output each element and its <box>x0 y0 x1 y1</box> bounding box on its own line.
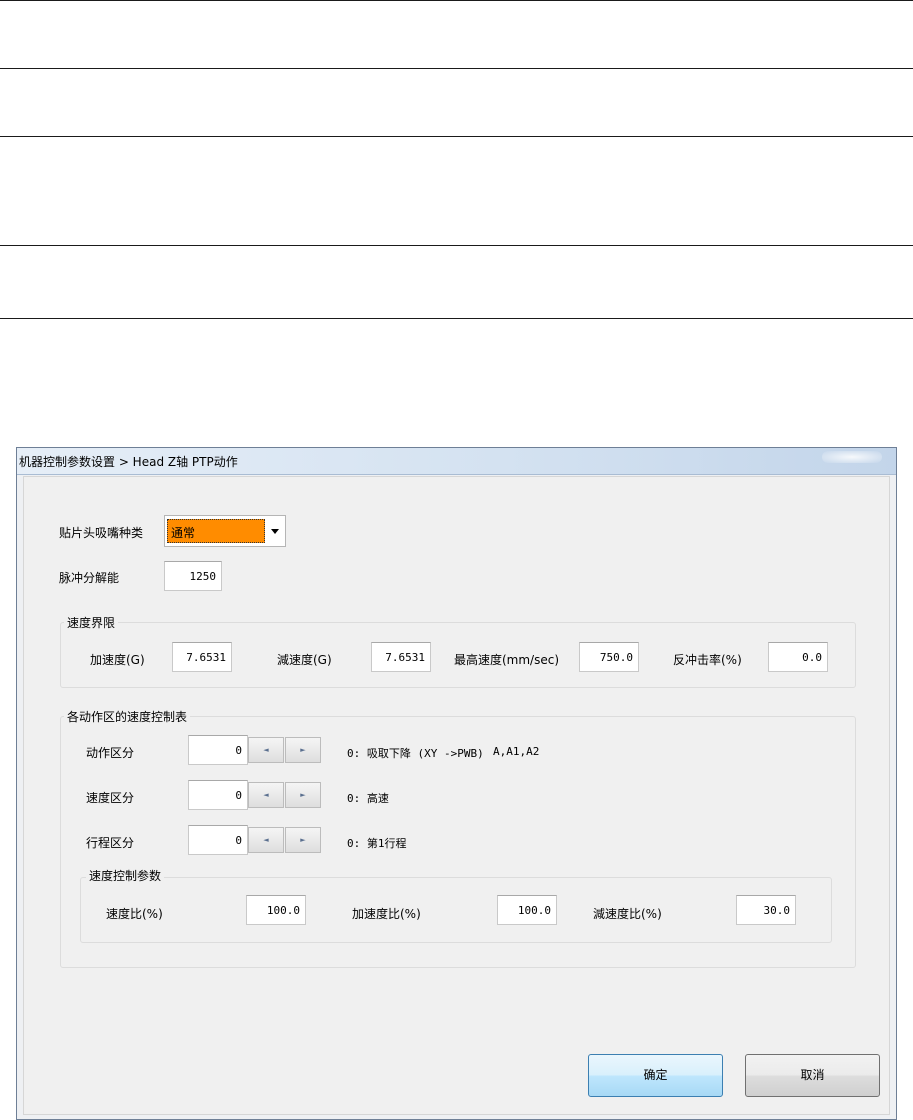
max-speed-input[interactable]: 750.0 <box>579 642 639 672</box>
ok-button[interactable]: 确定 <box>588 1054 723 1097</box>
arrow-left-icon: ◄ <box>263 746 269 754</box>
decel-input[interactable]: 7.6531 <box>371 642 431 672</box>
page-rule <box>0 245 913 246</box>
nozzle-type-label: 贴片头吸嘴种类 <box>59 526 144 540</box>
max-speed-label: 最高速度(mm/sec) <box>454 653 560 667</box>
accel-input[interactable]: 7.6531 <box>172 642 232 672</box>
speed-zone-label: 速度区分 <box>86 791 135 805</box>
arrow-right-icon: ► <box>300 791 306 799</box>
page-rule <box>0 68 913 69</box>
arrow-left-icon: ◄ <box>263 791 269 799</box>
speed-zone-input[interactable]: 0 <box>188 780 248 810</box>
cancel-button[interactable]: 取消 <box>745 1054 880 1097</box>
chevron-down-icon[interactable] <box>271 529 279 534</box>
action-zone-next-button[interactable]: ► <box>285 737 321 763</box>
action-zone-description: 0: 吸取下降 (XY ->PWB) <box>347 747 484 760</box>
speed-table-title: 各动作区的速度控制表 <box>64 708 191 725</box>
stroke-zone-input[interactable]: 0 <box>188 825 248 855</box>
nozzle-type-value: 通常 <box>167 519 265 543</box>
decel-ratio-label: 減速度比(%) <box>593 907 662 921</box>
stroke-zone-next-button[interactable]: ► <box>285 827 321 853</box>
page-rule <box>0 136 913 137</box>
rebound-label: 反冲击率(%) <box>673 653 742 667</box>
window-title: 机器控制参数设置 > Head Z轴 PTP动作 <box>19 455 238 469</box>
speed-params-group <box>80 877 832 943</box>
title-bar-gloss <box>822 451 882 463</box>
page-rule <box>0 318 913 319</box>
accel-label: 加速度(G) <box>90 653 145 667</box>
decel-ratio-input[interactable]: 30.0 <box>736 895 796 925</box>
speed-ratio-input[interactable]: 100.0 <box>246 895 306 925</box>
decel-label: 減速度(G) <box>277 653 332 667</box>
nozzle-type-combobox[interactable]: 通常 <box>164 515 286 547</box>
stroke-zone-prev-button[interactable]: ◄ <box>248 827 284 853</box>
arrow-right-icon: ► <box>300 746 306 754</box>
action-zone-label: 动作区分 <box>86 746 135 760</box>
page-rule <box>0 0 913 1</box>
pulse-resolution-label: 脉冲分解能 <box>59 571 120 585</box>
dialog-client-area: 贴片头吸嘴种类 通常 脉冲分解能 1250 速度界限 加速度(G) 7.6531… <box>23 476 890 1115</box>
speed-limits-title: 速度界限 <box>64 614 119 631</box>
rebound-input[interactable]: 0.0 <box>768 642 828 672</box>
speed-ratio-label: 速度比(%) <box>106 907 163 921</box>
arrow-right-icon: ► <box>300 836 306 844</box>
speed-params-title: 速度控制参数 <box>86 867 165 884</box>
speed-zone-next-button[interactable]: ► <box>285 782 321 808</box>
action-zone-input[interactable]: 0 <box>188 735 248 765</box>
action-zone-extra: A,A1,A2 <box>493 745 540 758</box>
stroke-zone-label: 行程区分 <box>86 836 135 850</box>
title-bar[interactable]: 机器控制参数设置 > Head Z轴 PTP动作 <box>17 448 896 475</box>
pulse-resolution-input[interactable]: 1250 <box>164 561 222 591</box>
action-zone-prev-button[interactable]: ◄ <box>248 737 284 763</box>
settings-dialog: 机器控制参数设置 > Head Z轴 PTP动作 贴片头吸嘴种类 通常 脉冲分解… <box>16 447 897 1120</box>
accel-ratio-input[interactable]: 100.0 <box>497 895 557 925</box>
speed-zone-description: 0: 高速 <box>347 792 389 805</box>
speed-zone-prev-button[interactable]: ◄ <box>248 782 284 808</box>
arrow-left-icon: ◄ <box>263 836 269 844</box>
accel-ratio-label: 加速度比(%) <box>352 907 421 921</box>
stroke-zone-description: 0: 第1行程 <box>347 837 407 850</box>
